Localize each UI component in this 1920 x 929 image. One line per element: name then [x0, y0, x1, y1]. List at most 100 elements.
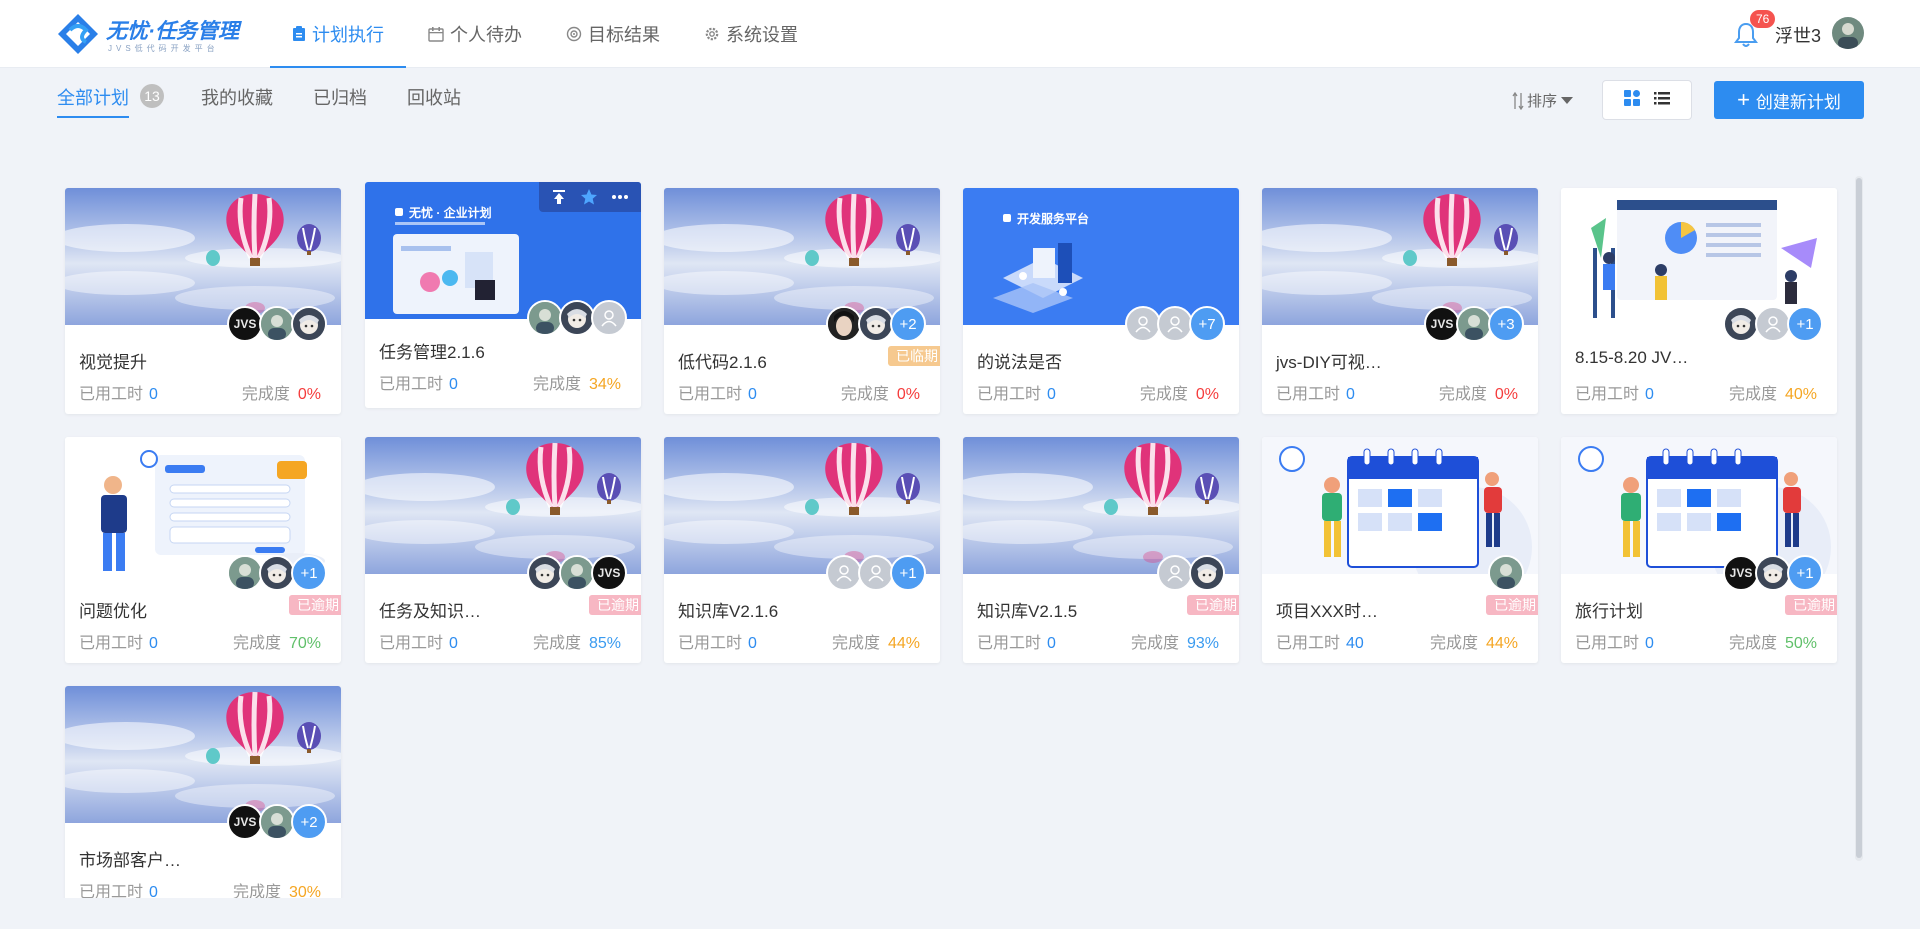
hours-value: 0 — [149, 635, 158, 652]
completion: 完成度 0% — [1140, 380, 1219, 404]
card-cover — [65, 686, 341, 823]
balloon-cover-image — [1262, 188, 1538, 325]
user-icon — [601, 310, 617, 327]
devplatform-cover-image: 开发服务平台 — [963, 188, 1239, 325]
plan-name: 旅行计划 — [1575, 602, 1643, 621]
pin-top-icon[interactable] — [551, 189, 567, 205]
plan-card[interactable]: +1 8.15-8.20 JV… 已用工时 0 完成度 40% — [1561, 188, 1837, 414]
user-icon — [836, 565, 852, 582]
user-avatar[interactable] — [1488, 555, 1524, 591]
status-badge: 已逾期 — [1785, 595, 1837, 615]
jvs-logo-avatar[interactable]: JVS — [227, 306, 263, 342]
member-avatars — [1157, 555, 1225, 591]
user-avatar[interactable] — [559, 555, 595, 591]
plan-name: jvs-DIY可视… — [1276, 353, 1382, 372]
completion-value: 70% — [288, 635, 321, 652]
user-avatar[interactable] — [527, 555, 563, 591]
plan-card[interactable]: JVS +3 jvs-DIY可视… 已用工时 0 完成度 0% — [1262, 188, 1538, 414]
jvs-logo-avatar[interactable]: JVS — [1723, 555, 1759, 591]
plan-card[interactable]: +1 知识库V2.1.6 已用工时 0 完成度 44% — [664, 437, 940, 663]
more-members-avatar[interactable]: +2 — [291, 804, 327, 840]
member-avatars: +1 — [1723, 306, 1823, 342]
default-user-avatar[interactable] — [1125, 306, 1161, 342]
completion-value: 93% — [1186, 635, 1219, 652]
hours-label: 已用工时 — [79, 635, 144, 652]
member-avatars: JVS — [227, 306, 327, 342]
plan-card[interactable]: +1 问题优化 已逾期 已用工时 0 完成度 70% — [65, 437, 341, 663]
default-user-avatar[interactable] — [858, 555, 894, 591]
user-avatar[interactable] — [559, 300, 595, 336]
plan-card[interactable]: +2 低代码2.1.6 已临期 已用工时 0 完成度 0% — [664, 188, 940, 414]
user-avatar[interactable] — [259, 804, 295, 840]
star-icon[interactable] — [580, 188, 598, 206]
completion: 完成度 44% — [832, 629, 920, 653]
scrollbar-thumb[interactable] — [1856, 178, 1862, 858]
user-avatar[interactable] — [1189, 555, 1225, 591]
plan-card[interactable]: JVS 任务及知识… 已逾期 已用工时 0 完成度 85% — [365, 437, 641, 663]
completion-label: 完成度 — [1728, 386, 1777, 403]
more-members-avatar[interactable]: +2 — [890, 306, 926, 342]
hours-used: 已用工时 0 — [678, 380, 757, 404]
more-members-avatar[interactable]: +1 — [1787, 555, 1823, 591]
plan-name: 的说法是否 — [977, 353, 1062, 372]
default-user-avatar[interactable] — [1157, 306, 1193, 342]
plan-name: 低代码2.1.6 — [678, 353, 767, 372]
hours-value: 0 — [1047, 386, 1056, 403]
user-avatar[interactable] — [1723, 306, 1759, 342]
user-avatar[interactable] — [826, 306, 862, 342]
team-illustration-cover-image — [1561, 188, 1837, 325]
user-avatar[interactable] — [527, 300, 563, 336]
hours-label: 已用工时 — [678, 386, 743, 403]
user-avatar[interactable] — [1456, 306, 1492, 342]
jvs-logo-avatar[interactable]: JVS — [227, 804, 263, 840]
more-members-avatar[interactable]: +7 — [1189, 306, 1225, 342]
calendar-illustration-cover-image — [1262, 437, 1538, 574]
card-cover — [65, 188, 341, 325]
default-user-avatar[interactable] — [1157, 555, 1193, 591]
plan-name: 8.15-8.20 JV… — [1575, 348, 1689, 367]
plan-card[interactable]: 项目XXX时… 已逾期 已用工时 40 完成度 44% — [1262, 437, 1538, 663]
hours-label: 已用工时 — [977, 386, 1042, 403]
more-members-avatar[interactable]: +1 — [890, 555, 926, 591]
user-avatar[interactable] — [291, 306, 327, 342]
plan-name: 任务及知识… — [379, 602, 481, 621]
plan-card[interactable]: 开发服务平台 +7 的说法是否已用工时 0 完成度 0% — [963, 188, 1239, 414]
more-members-avatar[interactable]: +3 — [1488, 306, 1524, 342]
user-avatar[interactable] — [259, 555, 295, 591]
completion: 完成度 34% — [533, 370, 621, 394]
card-cover — [65, 437, 341, 574]
card-viewport: JVS 视觉提升 已用工时 0 完成度 0% 无忧 · 企业计划 任务管理2.1.6 已用工… — [0, 0, 1920, 898]
plan-card[interactable]: 无忧 · 企业计划 任务管理2.1.6 已用工时 0 完成度 34% — [365, 182, 641, 408]
user-avatar[interactable] — [858, 306, 894, 342]
member-avatars: +7 — [1125, 306, 1225, 342]
completion-label: 完成度 — [1438, 386, 1487, 403]
hours-value: 0 — [748, 635, 757, 652]
status-badge: 已逾期 — [1187, 595, 1239, 615]
hours-used: 已用工时 0 — [678, 629, 757, 653]
card-cover — [365, 437, 641, 574]
jvs-logo-avatar[interactable]: JVS — [591, 555, 627, 591]
default-user-avatar[interactable] — [1755, 306, 1791, 342]
plan-card[interactable]: JVS +1 旅行计划 已逾期 已用工时 0 完成度 50% — [1561, 437, 1837, 663]
default-user-avatar[interactable] — [591, 300, 627, 336]
default-user-avatar[interactable] — [826, 555, 862, 591]
plan-card[interactable]: 知识库V2.1.5 已逾期 已用工时 0 完成度 93% — [963, 437, 1239, 663]
user-avatar[interactable] — [259, 306, 295, 342]
hours-label: 已用工时 — [1276, 386, 1341, 403]
more-icon[interactable] — [611, 194, 629, 200]
hours-used: 已用工时 0 — [1276, 380, 1355, 404]
balloon-cover-image — [963, 437, 1239, 574]
plan-card[interactable]: JVS +2 市场部客户… 已用工时 0 完成度 30% — [65, 686, 341, 898]
hours-label: 已用工时 — [1575, 635, 1640, 652]
user-avatar[interactable] — [1755, 555, 1791, 591]
hours-used: 已用工时 0 — [379, 370, 458, 394]
member-avatars — [527, 300, 627, 336]
more-members-avatar[interactable]: +1 — [1787, 306, 1823, 342]
member-avatars: JVS +1 — [1723, 555, 1823, 591]
hours-value: 0 — [149, 884, 158, 898]
user-avatar[interactable] — [227, 555, 263, 591]
plan-card[interactable]: JVS 视觉提升 已用工时 0 完成度 0% — [65, 188, 341, 414]
more-members-avatar[interactable]: +1 — [291, 555, 327, 591]
jvs-logo-avatar[interactable]: JVS — [1424, 306, 1460, 342]
hours-used: 已用工时 0 — [379, 629, 458, 653]
